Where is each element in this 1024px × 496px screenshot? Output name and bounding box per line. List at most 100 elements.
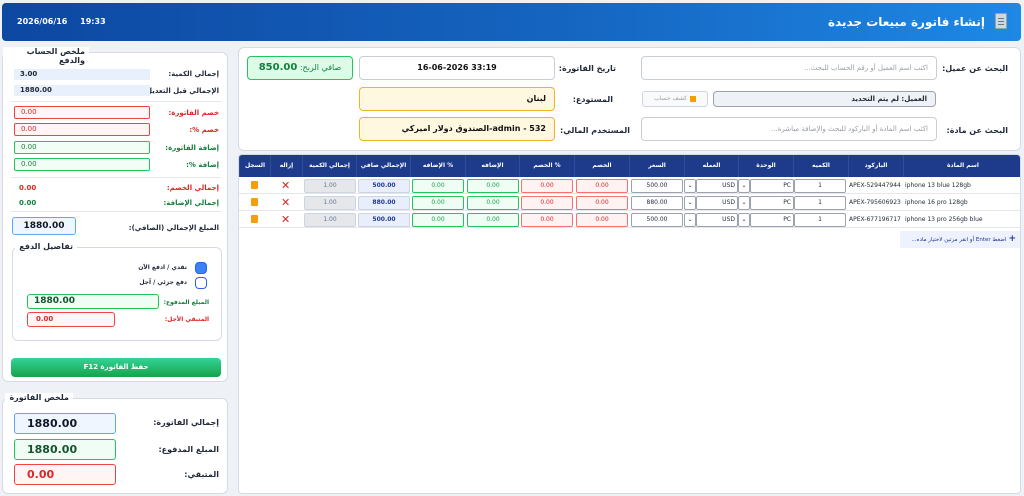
qty-input[interactable]: 1 — [794, 196, 846, 210]
addition-input[interactable]: 0.00 — [467, 213, 519, 227]
column-header: الإجمالي صافي — [356, 155, 410, 177]
currency-select[interactable]: USD — [696, 213, 738, 227]
currency-select[interactable]: USD — [696, 179, 738, 193]
invoice-date-label: تاريخ الفاتورة: — [558, 64, 616, 73]
discount-input[interactable]: 0.00 — [576, 213, 628, 227]
total-discount-value: 0.00 — [19, 184, 37, 192]
items-table: اسم المادة الباركود الكميه الوحدة العمله السع… — [238, 154, 1021, 494]
app-header: إنشاء فاتورة مبيعات جديدة 2026/06/16 19:… — [2, 3, 1021, 41]
addition-pct-input[interactable]: 0.00 — [14, 158, 150, 171]
price-input[interactable]: 500.00 — [631, 179, 683, 193]
total-qty-label: إجمالي الكمية: — [168, 70, 219, 78]
customer-status-field: العميل: لم يتم التحديد — [713, 91, 936, 107]
fin-user-select[interactable]: 532 - admin-الصندوق دولار اميركي — [359, 117, 555, 141]
unit-dropdown-icon[interactable]: ⌄ — [738, 196, 750, 210]
total-addition-label: إجمالي الإضافة: — [163, 199, 219, 207]
remaining-credit-input[interactable]: 0.00 — [27, 312, 115, 327]
customer-search-label: البحث عن عميل: — [942, 64, 1008, 73]
account-statement-button[interactable]: كشف حساب — [642, 91, 708, 107]
invoice-discount-label: خصم الفاتورة: — [168, 109, 219, 117]
credit-radio-label: دفع جزئي / آجل — [139, 279, 187, 286]
net-profit-value: 850.00 — [258, 62, 298, 73]
table-row: iphone 13 pro 256gb blue APEX-677196717 1 P… — [239, 211, 1020, 228]
total-before-label: الإجمالي قبل التعديل: — [143, 87, 219, 95]
unit-select[interactable]: PC — [750, 196, 794, 210]
currency-select[interactable]: USD — [696, 196, 738, 210]
qty-input[interactable]: 1 — [794, 179, 846, 193]
account-statement-label: كشف حساب — [654, 95, 687, 102]
cash-radio[interactable] — [195, 262, 207, 274]
addition-input[interactable]: 0.00 — [467, 179, 519, 193]
total-discount-label: إجمالي الخصم: — [166, 184, 219, 192]
addition-input[interactable]: 0.00 — [467, 196, 519, 210]
divider — [11, 211, 221, 212]
item-barcode: APEX-677196717 — [849, 216, 901, 223]
customer-search-input[interactable]: اكتب اسم العميل أو رقم الحساب للبحث... — [641, 56, 937, 80]
unit-select[interactable]: PC — [750, 179, 794, 193]
payment-details-title: تفاصيل الدفع — [15, 242, 77, 251]
column-header: السعر — [629, 155, 684, 177]
summary-paid-value: 1880.00 — [14, 439, 116, 460]
history-icon[interactable] — [251, 181, 258, 189]
page-title: إنشاء فاتورة مبيعات جديدة — [827, 15, 985, 29]
currency-dropdown-icon[interactable]: ⌄ — [684, 213, 696, 227]
unit-dropdown-icon[interactable]: ⌄ — [738, 179, 750, 193]
discount-pct-input[interactable]: 0.00 — [14, 123, 150, 136]
column-header: إزاله — [270, 155, 302, 177]
warehouse-select[interactable]: لبنان — [359, 87, 555, 111]
invoice-summary-panel: ملخص الفاتورة إجمالي الفاتورة: 1880.00 ا… — [2, 393, 228, 494]
addition-pct-input[interactable]: 0.00 — [412, 213, 464, 227]
invoice-discount-input[interactable]: 0.00 — [14, 106, 150, 119]
credit-radio[interactable] — [195, 277, 207, 289]
price-input[interactable]: 500.00 — [631, 213, 683, 227]
history-icon[interactable] — [251, 215, 258, 223]
discount-pct-input[interactable]: 0.00 — [521, 196, 573, 210]
save-invoice-button[interactable]: حفظ الفاتورة F12 — [11, 358, 221, 377]
column-header: اسم المادة — [903, 155, 1020, 177]
invoice-summary-title: ملخص الفاتورة — [5, 393, 73, 402]
history-icon[interactable] — [251, 198, 258, 206]
addition-pct-input[interactable]: 0.00 — [412, 179, 464, 193]
delete-row-icon[interactable]: ✕ — [281, 178, 290, 193]
payment-summary-title: ملخص الحساب والدفع — [3, 47, 89, 65]
invoice-addition-input[interactable]: 0.00 — [14, 141, 150, 154]
net-total-value: 880.00 — [358, 196, 410, 210]
addition-pct-input[interactable]: 0.00 — [412, 196, 464, 210]
discount-pct-input[interactable]: 0.00 — [521, 179, 573, 193]
header-datetime: 2026/06/16 19:33 — [17, 17, 116, 26]
column-header: الوحدة — [738, 155, 793, 177]
header-date: 2026/06/16 — [17, 17, 68, 26]
add-item-row[interactable]: +اضغط Enter أو انقر مرتين لاختيار ماده..… — [900, 231, 1020, 248]
unit-select[interactable]: PC — [750, 213, 794, 227]
item-search-input[interactable]: اكتب اسم المادة أو الباركود للبحث والإضا… — [641, 117, 937, 141]
summary-total-value: 1880.00 — [14, 413, 116, 434]
header-time: 19:33 — [80, 17, 106, 26]
item-name: iphone 13 blue 128gb — [905, 182, 971, 189]
table-header: اسم المادة الباركود الكميه الوحدة العمله السع… — [239, 155, 1020, 177]
plus-icon: + — [1008, 234, 1016, 244]
delete-row-icon[interactable]: ✕ — [281, 212, 290, 227]
total-before-value: 1880.00 — [14, 85, 150, 96]
statement-icon — [689, 95, 696, 102]
column-header: الباركود — [848, 155, 903, 177]
unit-dropdown-icon[interactable]: ⌄ — [738, 213, 750, 227]
delete-row-icon[interactable]: ✕ — [281, 195, 290, 210]
discount-pct-input[interactable]: 0.00 — [521, 213, 573, 227]
item-search-label: البحث عن مادة: — [946, 126, 1008, 135]
discount-input[interactable]: 0.00 — [576, 196, 628, 210]
total-addition-value: 0.00 — [19, 199, 37, 207]
discount-input[interactable]: 0.00 — [576, 179, 628, 193]
currency-dropdown-icon[interactable]: ⌄ — [684, 196, 696, 210]
invoice-form-panel: البحث عن عميل: اكتب اسم العميل أو رقم ال… — [238, 47, 1021, 151]
invoice-date-input[interactable]: 16-06-2026 33:19 — [359, 56, 555, 80]
paid-amount-input[interactable]: 1880.00 — [27, 294, 159, 309]
invoice-addition-label: إضافة الفاتورة: — [165, 144, 219, 152]
qty-input[interactable]: 1 — [794, 213, 846, 227]
add-item-hint: اضغط Enter أو انقر مرتين لاختيار ماده... — [911, 237, 1007, 243]
currency-dropdown-icon[interactable]: ⌄ — [684, 179, 696, 193]
net-total-value: 500.00 — [358, 179, 410, 193]
summary-total-label: إجمالي الفاتورة: — [153, 418, 219, 427]
price-input[interactable]: 880.00 — [631, 196, 683, 210]
item-barcode: APEX-529447944 — [849, 182, 901, 189]
grand-total-value: 1880.00 — [12, 217, 76, 235]
